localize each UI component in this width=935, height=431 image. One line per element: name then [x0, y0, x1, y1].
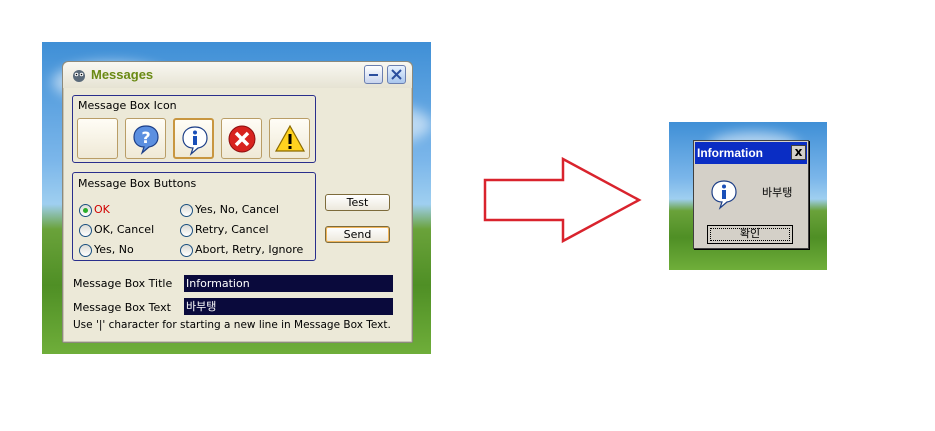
close-button[interactable]: [387, 65, 406, 84]
close-icon: x: [794, 145, 803, 159]
send-button[interactable]: Send: [325, 226, 390, 243]
text-field[interactable]: 바부탱: [184, 298, 393, 315]
icon-error-button[interactable]: [221, 118, 262, 159]
icon-information-button[interactable]: [173, 118, 214, 159]
warning-icon: [274, 124, 306, 152]
radio-circle: [79, 244, 92, 257]
window-title: Messages: [91, 67, 154, 82]
minimize-button[interactable]: [364, 65, 383, 84]
icon-question-button[interactable]: ?: [125, 118, 166, 159]
title-field[interactable]: Information: [184, 275, 393, 292]
icon-warning-button[interactable]: [269, 118, 310, 159]
message-box-title: Information: [697, 146, 763, 160]
radio-label: Abort, Retry, Ignore: [195, 243, 304, 256]
icon-none-button[interactable]: [77, 118, 118, 159]
arrow-right-icon: [483, 157, 642, 244]
app-icon: [73, 70, 85, 82]
message-box-text: 바부탱: [762, 186, 793, 199]
hint-text: Use '|' character for starting a new lin…: [73, 319, 391, 331]
message-box-close-button[interactable]: x: [791, 145, 806, 160]
ok-button[interactable]: 확인: [707, 225, 793, 244]
close-icon: [391, 69, 402, 80]
error-icon: [228, 125, 256, 153]
information-icon: [711, 180, 737, 210]
radio-label: OK, Cancel: [94, 223, 155, 236]
buttons-group: Message Box Buttons OK OK, Cancel Yes, N…: [72, 172, 316, 261]
radio-circle: [79, 204, 92, 217]
radio-label: Retry, Cancel: [195, 223, 269, 236]
title-field-label: Message Box Title: [73, 277, 173, 290]
radio-label: Yes, No, Cancel: [195, 203, 279, 216]
test-button[interactable]: Test: [325, 194, 390, 211]
buttons-group-label: Message Box Buttons: [78, 177, 197, 190]
information-icon: [182, 126, 208, 156]
radio-circle: [180, 204, 193, 217]
messages-window: Messages Message Box Icon ? Message Box …: [62, 61, 413, 343]
radio-circle: [180, 244, 193, 257]
icon-group: Message Box Icon ?: [72, 95, 316, 163]
title-bar[interactable]: Messages: [63, 62, 412, 88]
radio-circle: [79, 224, 92, 237]
radio-label: Yes, No: [94, 243, 134, 256]
result-message-box: Information x 바부탱 확인: [693, 140, 809, 249]
icon-group-label: Message Box Icon: [78, 99, 177, 112]
radio-circle: [180, 224, 193, 237]
question-icon: ?: [133, 125, 159, 155]
message-box-title-bar[interactable]: Information x: [695, 142, 807, 164]
radio-label: OK: [94, 203, 110, 216]
text-field-label: Message Box Text: [73, 301, 171, 314]
svg-text:?: ?: [141, 128, 150, 147]
